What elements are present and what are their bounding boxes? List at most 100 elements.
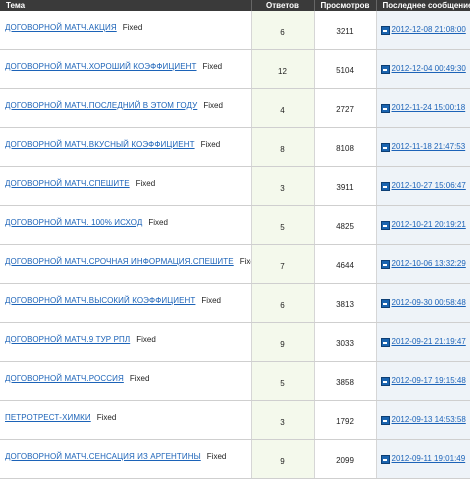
replies-count: 4 <box>251 88 315 128</box>
post-icon[interactable] <box>380 220 390 230</box>
column-header-views[interactable]: Просмотров <box>314 0 377 11</box>
replies-count: 5 <box>251 205 315 245</box>
post-icon[interactable] <box>380 337 390 347</box>
topics-body: ДОГОВОРНОЙ МАТЧ.АКЦИЯ Fixed 6 3211 2012-1… <box>0 11 470 479</box>
post-icon[interactable] <box>380 103 390 113</box>
topic-cell: ДОГОВОРНОЙ МАТЧ.СПЕШИТЕ Fixed <box>0 166 252 206</box>
topic-link[interactable]: ДОГОВОРНОЙ МАТЧ.РОССИЯ <box>5 374 124 383</box>
views-count: 2727 <box>314 88 377 128</box>
post-icon[interactable] <box>380 415 390 425</box>
fixed-tag: Fixed <box>148 217 168 227</box>
table-row: ПЕТРОТРЕСТ-ХИМКИ Fixed 3 1792 2012-09-13 … <box>0 400 470 440</box>
table-row: ДОГОВОРНОЙ МАТЧ.ВЫСОКИЙ КОЭФФИЦИЕНТ Fixed… <box>0 283 470 323</box>
topic-cell: ДОГОВОРНОЙ МАТЧ. 100% ИСХОД Fixed <box>0 205 252 245</box>
post-icon[interactable] <box>380 181 390 191</box>
views-count: 1792 <box>314 400 377 440</box>
last-post-cell: 2012-09-13 14:53:58 <box>376 400 470 440</box>
topic-link[interactable]: ДОГОВОРНОЙ МАТЧ.СПЕШИТЕ <box>5 179 130 188</box>
fixed-tag: Fixed <box>200 139 221 149</box>
replies-count: 9 <box>251 439 315 479</box>
last-post-cell: 2012-11-18 21:47:53 <box>376 127 470 167</box>
topic-link[interactable]: ПЕТРОТРЕСТ-ХИМКИ <box>5 413 91 422</box>
replies-count: 7 <box>251 244 315 284</box>
table-row: ДОГОВОРНОЙ МАТЧ.ВКУСНЫЙ КОЭФФИЦИЕНТ Fixed… <box>0 127 470 167</box>
replies-count: 3 <box>251 400 315 440</box>
last-post-date-link[interactable]: 2012-09-17 19:15:48 <box>392 376 466 385</box>
topic-link[interactable]: ДОГОВОРНОЙ МАТЧ.ВЫСОКИЙ КОЭФФИЦИЕНТ <box>5 296 195 305</box>
fixed-tag: Fixed <box>129 373 150 383</box>
table-row: ДОГОВОРНОЙ МАТЧ.СРОЧНАЯ ИНФОРМАЦИЯ.СПЕШИ… <box>0 244 470 284</box>
last-post-date-link[interactable]: 2012-11-24 15:00:18 <box>392 103 466 112</box>
views-count: 3033 <box>314 322 377 362</box>
column-header-topic[interactable]: Тема <box>0 0 252 11</box>
table-row: ДОГОВОРНОЙ МАТЧ.9 ТУР РПЛ Fixed 9 3033 20… <box>0 322 470 362</box>
post-icon[interactable] <box>380 259 390 269</box>
column-header-last-post[interactable]: Последнее сообщение <box>376 0 470 11</box>
fixed-tag: Fixed <box>203 100 223 110</box>
column-header-replies[interactable]: Ответов <box>251 0 315 11</box>
topic-link[interactable]: ДОГОВОРНОЙ МАТЧ.СРОЧНАЯ ИНФОРМАЦИЯ.СПЕШИ… <box>5 257 234 266</box>
topic-cell: ДОГОВОРНОЙ МАТЧ.СЕНСАЦИЯ ИЗ АРГЕНТИНЫ Fix… <box>0 439 252 479</box>
replies-count: 9 <box>251 322 315 362</box>
fixed-tag: Fixed <box>206 451 227 461</box>
post-icon[interactable] <box>380 298 390 308</box>
last-post-date-link[interactable]: 2012-12-08 21:08:00 <box>392 25 466 34</box>
topic-cell: ДОГОВОРНОЙ МАТЧ.АКЦИЯ Fixed <box>0 11 252 50</box>
last-post-date-link[interactable]: 2012-09-11 19:01:49 <box>392 454 466 463</box>
last-post-cell: 2012-09-17 19:15:48 <box>376 361 470 401</box>
topic-link[interactable]: ДОГОВОРНОЙ МАТЧ.9 ТУР РПЛ <box>5 335 130 344</box>
table-row: ДОГОВОРНОЙ МАТЧ.СПЕШИТЕ Fixed 3 3911 2012… <box>0 166 470 206</box>
topic-link[interactable]: ДОГОВОРНОЙ МАТЧ.ХОРОШИЙ КОЭФФИЦИЕНТ <box>5 62 197 71</box>
topic-cell: ДОГОВОРНОЙ МАТЧ.ХОРОШИЙ КОЭФФИЦИЕНТ Fixed <box>0 49 252 89</box>
topic-cell: ДОГОВОРНОЙ МАТЧ.ПОСЛЕДНИЙ В ЭТОМ ГОДУ Fix… <box>0 88 252 128</box>
post-icon[interactable] <box>380 454 390 464</box>
topic-cell: ДОГОВОРНОЙ МАТЧ.РОССИЯ Fixed <box>0 361 252 401</box>
last-post-date-link[interactable]: 2012-10-06 13:32:29 <box>392 259 466 268</box>
replies-count: 6 <box>251 11 315 50</box>
topic-link[interactable]: ДОГОВОРНОЙ МАТЧ. 100% ИСХОД <box>5 218 142 227</box>
fixed-tag: Fixed <box>136 334 156 344</box>
topic-link[interactable]: ДОГОВОРНОЙ МАТЧ.ВКУСНЫЙ КОЭФФИЦИЕНТ <box>5 140 195 149</box>
last-post-cell: 2012-09-30 00:58:48 <box>376 283 470 323</box>
fixed-tag: Fixed <box>135 178 156 188</box>
table-row: ДОГОВОРНОЙ МАТЧ.АКЦИЯ Fixed 6 3211 2012-1… <box>0 11 470 50</box>
last-post-cell: 2012-10-21 20:19:21 <box>376 205 470 245</box>
topic-link[interactable]: ДОГОВОРНОЙ МАТЧ.СЕНСАЦИЯ ИЗ АРГЕНТИНЫ <box>5 452 201 461</box>
replies-count: 8 <box>251 127 315 167</box>
last-post-cell: 2012-12-04 00:49:30 <box>376 49 470 89</box>
last-post-cell: 2012-10-27 15:06:47 <box>376 166 470 206</box>
post-icon[interactable] <box>380 142 390 152</box>
topic-cell: ПЕТРОТРЕСТ-ХИМКИ Fixed <box>0 400 252 440</box>
table-row: ДОГОВОРНОЙ МАТЧ.ХОРОШИЙ КОЭФФИЦИЕНТ Fixed… <box>0 49 470 89</box>
table-header-row: Тема Ответов Просмотров Последнее сообще… <box>0 0 470 11</box>
topic-link[interactable]: ДОГОВОРНОЙ МАТЧ.АКЦИЯ <box>5 23 117 32</box>
views-count: 5104 <box>314 49 377 89</box>
views-count: 4825 <box>314 205 377 245</box>
topic-cell: ДОГОВОРНОЙ МАТЧ.ВКУСНЫЙ КОЭФФИЦИЕНТ Fixed <box>0 127 252 167</box>
fixed-tag: Fixed <box>239 256 251 266</box>
table-row: ДОГОВОРНОЙ МАТЧ.РОССИЯ Fixed 5 3858 2012-… <box>0 361 470 401</box>
last-post-date-link[interactable]: 2012-10-21 20:19:21 <box>392 220 466 229</box>
post-icon[interactable] <box>380 376 390 386</box>
last-post-date-link[interactable]: 2012-10-27 15:06:47 <box>392 181 466 190</box>
table-row: ДОГОВОРНОЙ МАТЧ. 100% ИСХОД Fixed 5 4825 … <box>0 205 470 245</box>
last-post-date-link[interactable]: 2012-09-21 21:19:47 <box>392 337 466 346</box>
topic-link[interactable]: ДОГОВОРНОЙ МАТЧ.ПОСЛЕДНИЙ В ЭТОМ ГОДУ <box>5 101 197 110</box>
table-row: ДОГОВОРНОЙ МАТЧ.ПОСЛЕДНИЙ В ЭТОМ ГОДУ Fix… <box>0 88 470 128</box>
last-post-date-link[interactable]: 2012-09-13 14:53:58 <box>392 415 466 424</box>
last-post-cell: 2012-09-21 21:19:47 <box>376 322 470 362</box>
views-count: 4644 <box>314 244 377 284</box>
replies-count: 5 <box>251 361 315 401</box>
fixed-tag: Fixed <box>201 295 221 305</box>
table-row: ДОГОВОРНОЙ МАТЧ.СЕНСАЦИЯ ИЗ АРГЕНТИНЫ Fix… <box>0 439 470 479</box>
replies-count: 12 <box>251 49 315 89</box>
last-post-cell: 2012-11-24 15:00:18 <box>376 88 470 128</box>
fixed-tag: Fixed <box>96 412 117 422</box>
last-post-date-link[interactable]: 2012-11-18 21:47:53 <box>392 142 466 151</box>
fixed-tag: Fixed <box>202 61 223 71</box>
post-icon[interactable] <box>380 64 390 74</box>
last-post-date-link[interactable]: 2012-09-30 00:58:48 <box>392 298 466 307</box>
post-icon[interactable] <box>380 25 390 35</box>
views-count: 3858 <box>314 361 377 401</box>
last-post-date-link[interactable]: 2012-12-04 00:49:30 <box>392 64 466 73</box>
